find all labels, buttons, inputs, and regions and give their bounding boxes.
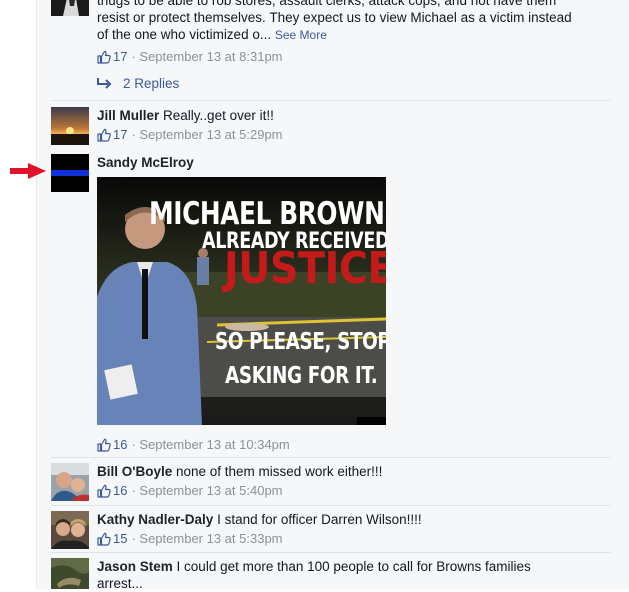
timestamp[interactable]: · September 13 at 5:40pm — [131, 482, 282, 500]
comment-text-line: arrest... — [97, 576, 143, 591]
avatar[interactable] — [51, 511, 89, 549]
comment-text-line: thugs to be able to rob stores, assault … — [97, 0, 557, 8]
red-arrow-icon — [10, 163, 46, 179]
author-name[interactable]: Sandy McElroy — [97, 155, 194, 170]
photo-caption-line: SO PLEASE, STOP — [215, 329, 386, 355]
like-count[interactable]: 17 — [113, 48, 127, 66]
avatar[interactable] — [51, 463, 89, 501]
like-count[interactable]: 16 — [113, 482, 127, 500]
comment-text: Really..get over it!! — [163, 108, 274, 123]
reply-arrow-icon — [97, 78, 112, 89]
photo-caption-line: ASKING FOR IT. — [225, 363, 378, 389]
avatar-image — [51, 558, 89, 589]
author-name[interactable]: Bill O'Boyle — [97, 464, 172, 479]
comment-text: none of them missed work either!!! — [176, 464, 383, 479]
thumbs-up-icon[interactable] — [97, 50, 111, 64]
replies-label: 2 Replies — [123, 76, 180, 91]
avatar[interactable] — [51, 107, 89, 145]
avatar-image — [51, 107, 89, 145]
timestamp[interactable]: · September 13 at 8:31pm — [131, 48, 282, 66]
avatar-image — [51, 0, 89, 16]
like-count[interactable]: 15 — [113, 530, 127, 548]
author-name[interactable]: Jill Muller — [97, 108, 159, 123]
comment-text-line: of the one who victimized o... — [97, 27, 272, 42]
comment-meta: 16 · September 13 at 5:40pm — [97, 482, 607, 500]
thumbs-up-icon[interactable] — [97, 128, 111, 142]
avatar[interactable] — [51, 0, 89, 16]
comment-meta: 16 · September 13 at 10:34pm — [97, 436, 607, 454]
comment-text: I stand for officer Darren Wilson!!!! — [217, 512, 422, 527]
avatar[interactable] — [51, 558, 89, 589]
comment-text: I could get more than 100 people to call… — [176, 559, 531, 574]
timestamp[interactable]: · September 13 at 5:33pm — [131, 530, 282, 548]
like-count[interactable]: 16 — [113, 436, 127, 454]
comment-text-line: resist or protect themselves. They expec… — [97, 10, 572, 25]
thumbs-up-icon[interactable] — [97, 438, 111, 452]
avatar-image — [51, 463, 89, 501]
photo-caption-line: MICHAEL BROWN — [149, 196, 385, 232]
thumbs-up-icon[interactable] — [97, 532, 111, 546]
comment-meta: 15 · September 13 at 5:33pm — [97, 530, 607, 548]
thumbs-up-icon[interactable] — [97, 484, 111, 498]
author-name[interactable]: Kathy Nadler-Daly — [97, 512, 213, 527]
author-name[interactable]: Jason Stem — [97, 559, 173, 574]
divider — [51, 505, 611, 506]
divider — [51, 100, 611, 101]
see-more-link[interactable]: See More — [275, 28, 327, 42]
divider — [51, 552, 611, 553]
like-count[interactable]: 17 — [113, 126, 127, 144]
thin-blue-line-flag — [51, 154, 89, 192]
timestamp[interactable]: · September 13 at 10:34pm — [131, 436, 289, 454]
timestamp[interactable]: · September 13 at 5:29pm — [131, 126, 282, 144]
comment-meta: 17 · September 13 at 8:31pm — [97, 48, 607, 66]
view-replies-link[interactable]: 2 Replies — [96, 75, 179, 93]
comment-photo[interactable]: MICHAEL BROWN ALREADY RECEIVED JUSTICE S… — [97, 177, 386, 425]
avatar[interactable] — [51, 154, 89, 192]
comment-meta: 17 · September 13 at 5:29pm — [97, 126, 607, 144]
photo-caption-line: JUSTICE — [224, 243, 386, 294]
avatar-image — [51, 511, 89, 549]
divider — [51, 457, 611, 458]
